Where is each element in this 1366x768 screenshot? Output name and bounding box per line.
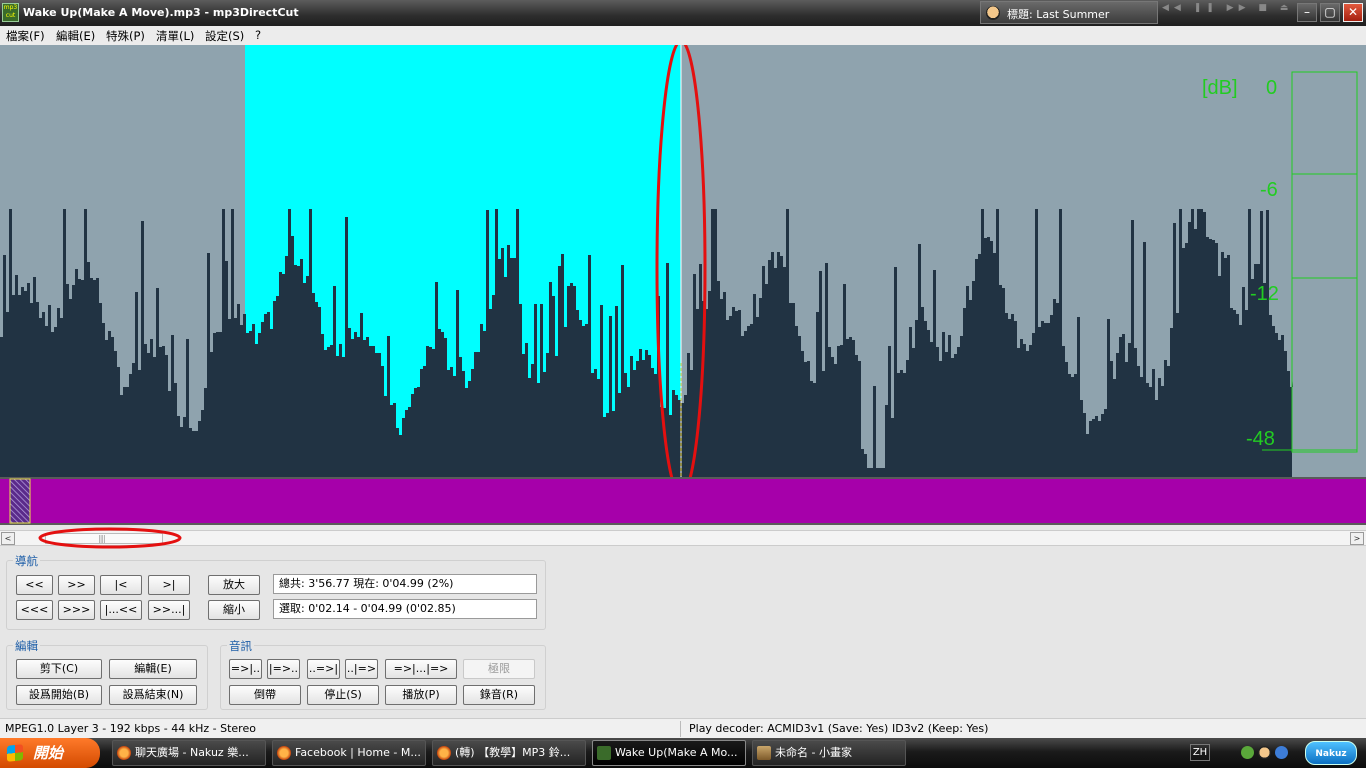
status-divider	[680, 721, 681, 737]
play-selection-button[interactable]: =>|...|=>	[385, 659, 457, 679]
taskbar-item-mp3directcut[interactable]: Wake Up(Make A Mo...	[592, 740, 746, 766]
play-button[interactable]: 播放(P)	[385, 685, 457, 705]
menu-list[interactable]: 清單(L)	[156, 28, 194, 44]
set-end-button[interactable]: 設爲結束(N)	[109, 685, 197, 705]
scroll-right-button[interactable]: >	[1350, 532, 1364, 545]
id3v1-status: ID3v1 (Save: Yes)	[792, 722, 889, 735]
overview-strip[interactable]	[0, 477, 1366, 525]
now-playing-text: 標題: Last Summer	[1007, 8, 1110, 21]
set-begin-button[interactable]: 設爲開始(B)	[16, 685, 102, 705]
firefox-icon	[437, 746, 451, 760]
taskbar-item-label: Facebook | Home - M...	[295, 746, 421, 759]
menu-settings[interactable]: 設定(S)	[205, 28, 244, 44]
play-from-start-button[interactable]: |=>..	[267, 659, 300, 679]
total-time-field: 總共: 3'56.77 現在: 0'04.99 (2%)	[273, 574, 537, 594]
taskbar-item-facebook[interactable]: Facebook | Home - M...	[272, 740, 426, 766]
overview-position-marker[interactable]	[9, 478, 31, 524]
menu-special[interactable]: 特殊(P)	[106, 28, 145, 44]
menu-bar: 檔案(F) 編輯(E) 特殊(P) 清單(L) 設定(S) ?	[0, 26, 1366, 45]
overview-track	[0, 479, 1366, 523]
nakuz-logo: Nakuz	[1305, 741, 1357, 765]
nav-fast-forward-button[interactable]: >>>	[58, 600, 95, 620]
taskbar-item-label: Wake Up(Make A Mo...	[615, 746, 738, 759]
cut-button[interactable]: 剪下(C)	[16, 659, 102, 679]
network-icon[interactable]	[1275, 746, 1288, 759]
selection-time-field: 選取: 0'02.14 - 0'04.99 (0'02.85)	[273, 599, 537, 619]
now-playing-panel: 標題: Last Summer	[980, 1, 1158, 24]
firefox-icon	[117, 746, 131, 760]
format-status: MPEG1.0 Layer 3 - 192 kbps - 44 kHz - St…	[5, 722, 256, 735]
menu-file[interactable]: 檔案(F)	[6, 28, 45, 44]
audio-legend: 音訊	[227, 638, 254, 654]
nav-to-end-button[interactable]: >>...|	[148, 600, 190, 620]
taskbar-item-tutorial[interactable]: (轉) 【教學】MP3 鈴...	[432, 740, 586, 766]
start-label: 開始	[33, 744, 64, 762]
title-bar: mp3 cut Wake Up(Make A Move).mp3 - mp3Dir…	[0, 0, 1366, 26]
edit-legend: 編輯	[13, 638, 40, 654]
taskbar-item-label: 聊天廣場 - Nakuz 樂...	[135, 746, 249, 759]
taskbar-item-paint[interactable]: 未命名 - 小畫家	[752, 740, 906, 766]
status-bar: MPEG1.0 Layer 3 - 192 kbps - 44 kHz - St…	[0, 718, 1366, 738]
maximize-button[interactable]: ▢	[1320, 3, 1340, 22]
minimize-button[interactable]: –	[1297, 3, 1317, 22]
nav-start-button[interactable]: |<	[100, 575, 142, 595]
db-unit-label: [dB]	[1202, 77, 1238, 99]
zoom-in-button[interactable]: 放大	[208, 575, 260, 595]
nav-fast-rewind-button[interactable]: <<<	[16, 600, 53, 620]
decoder-status: Play decoder: ACM	[689, 722, 792, 735]
scroll-left-button[interactable]: <	[1, 532, 15, 545]
db-label-48: -48	[1246, 428, 1275, 450]
close-button[interactable]: ✕	[1343, 3, 1363, 22]
winamp-icon[interactable]	[1258, 746, 1271, 759]
taskbar-item-label: 未命名 - 小畫家	[775, 746, 852, 759]
play-from-end-button[interactable]: ..|=>	[345, 659, 378, 679]
play-to-start-button[interactable]: =>|..	[229, 659, 262, 679]
nav-end-button[interactable]: >|	[148, 575, 190, 595]
db-label-12: -12	[1250, 283, 1279, 305]
messenger-icon[interactable]	[1241, 746, 1254, 759]
play-to-end-button[interactable]: ..=>|	[307, 659, 340, 679]
stop-button[interactable]: 停止(S)	[307, 685, 379, 705]
horizontal-scrollbar[interactable]: < |||| >	[0, 527, 1366, 549]
rewind-button[interactable]: 倒帶	[229, 685, 301, 705]
mp3directcut-icon	[597, 746, 611, 760]
nav-rewind-button[interactable]: <<	[16, 575, 53, 595]
taskbar-item-label: (轉) 【教學】MP3 鈴...	[455, 746, 571, 759]
edit-button[interactable]: 編輯(E)	[109, 659, 197, 679]
waveform-view[interactable]: [dB] 0 -6 -12 -48	[0, 45, 1366, 477]
db-label-6: -6	[1260, 179, 1278, 201]
paint-icon	[757, 746, 771, 760]
window-title: Wake Up(Make A Move).mp3 - mp3DirectCut	[23, 6, 299, 19]
menu-help[interactable]: ?	[255, 28, 261, 42]
limit-button[interactable]: 極限	[463, 659, 535, 679]
record-button[interactable]: 錄音(R)	[463, 685, 535, 705]
windows-logo-icon	[7, 744, 23, 762]
taskbar-item-chat[interactable]: 聊天廣場 - Nakuz 樂...	[112, 740, 266, 766]
annotation-ellipse-scroll	[38, 527, 182, 549]
taskbar: 開始 聊天廣場 - Nakuz 樂... Facebook | Home - M…	[0, 738, 1366, 768]
db-label-0: 0	[1266, 77, 1277, 99]
nav-forward-button[interactable]: >>	[58, 575, 95, 595]
start-button[interactable]: 開始	[0, 738, 100, 768]
menu-edit[interactable]: 編輯(E)	[56, 28, 95, 44]
app-icon[interactable]: mp3 cut	[2, 3, 19, 22]
zoom-out-button[interactable]: 縮小	[208, 600, 260, 620]
winamp-face-icon	[986, 6, 1000, 20]
firefox-icon	[277, 746, 291, 760]
nav-to-start-button[interactable]: |...<<	[100, 600, 142, 620]
nav-legend: 導航	[13, 553, 40, 569]
id3v2-status: ID3v2 (Keep: Yes)	[892, 722, 989, 735]
mini-player-controls[interactable]: ◀◀ ❚❚ ▶▶ ■ ⏏	[1162, 3, 1294, 23]
language-indicator[interactable]: ZH	[1190, 744, 1210, 761]
